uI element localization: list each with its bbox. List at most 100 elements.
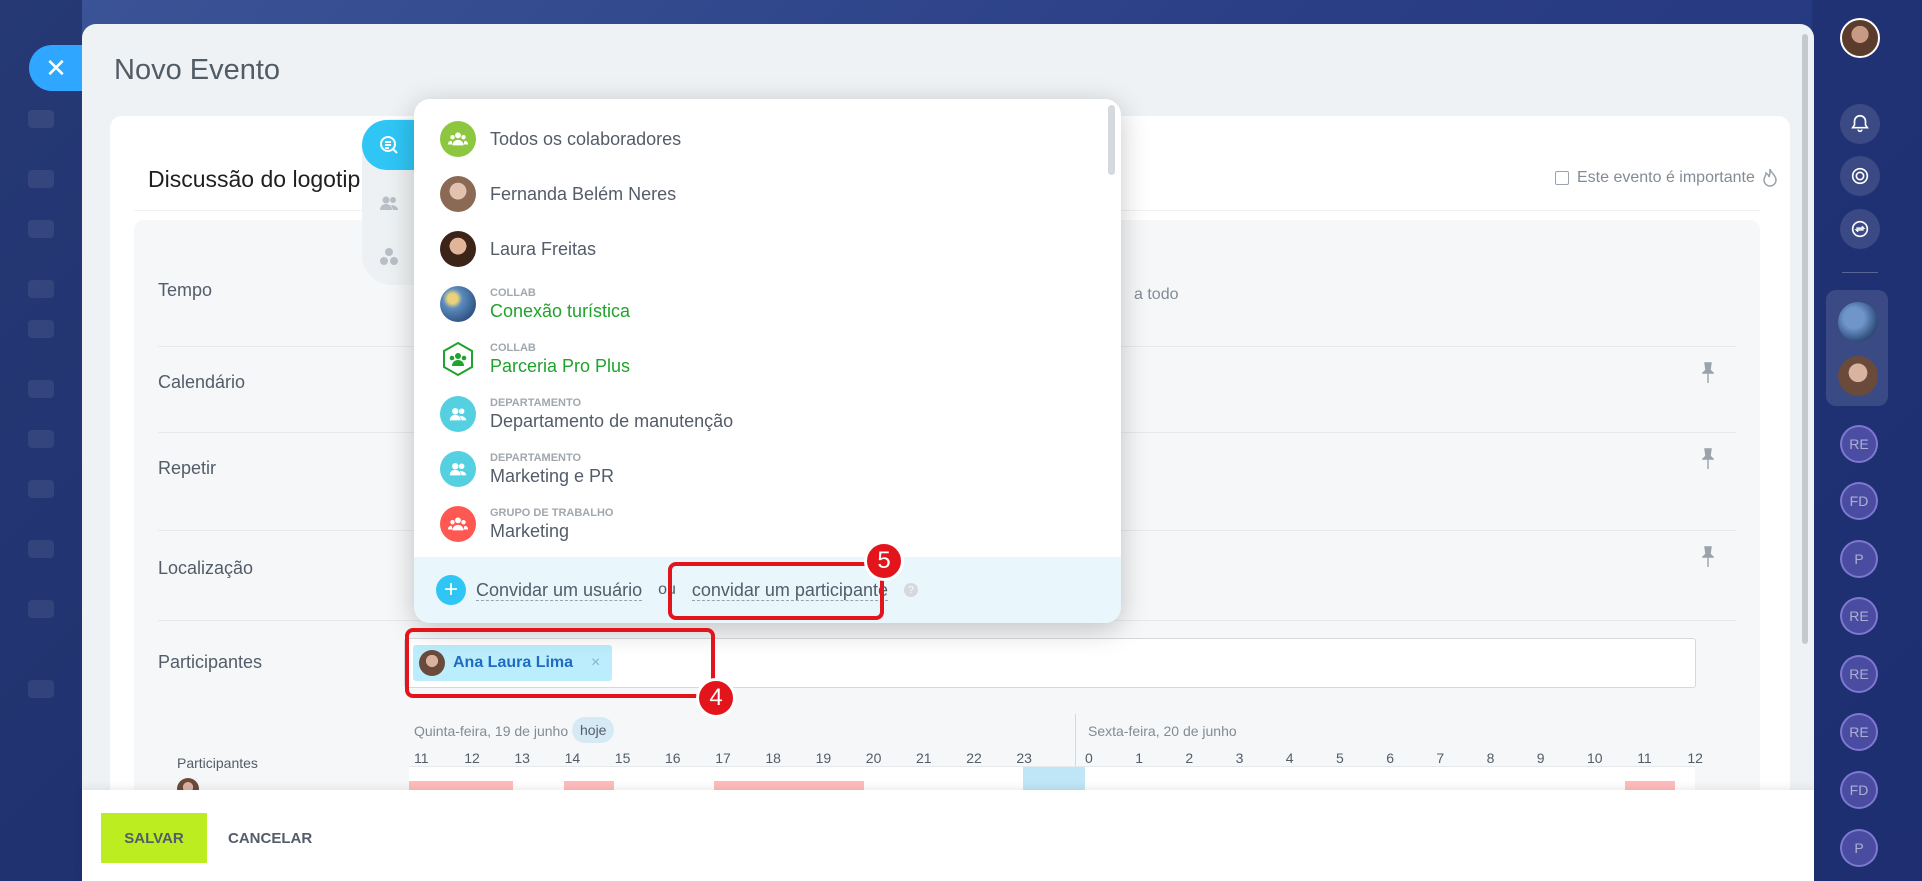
department-icon [440,396,476,432]
timeline-hour-label: 7 [1436,750,1445,766]
row-label-participants: Participantes [158,652,263,672]
selector-item-kind: COLLAB [490,341,536,354]
timeline-hour-label: 16 [665,750,681,766]
selector-item-name: Departamento de manutenção [490,410,734,431]
selector-item-kind: GRUPO DE TRABALHO [490,506,614,519]
selector-item[interactable]: COLLAB Conexão turística [440,279,1080,329]
rail-initials-avatar[interactable]: RE [1840,655,1878,693]
timeline-hour-label: 20 [865,750,882,766]
pin-icon[interactable] [1702,448,1714,470]
annotation-box-4 [405,628,715,698]
target-button[interactable] [1840,156,1880,196]
timeline-hour-label: 1 [1135,750,1143,766]
importance-checkbox[interactable] [1555,171,1569,185]
row-label-location: Localização [158,558,254,578]
rail-initials-avatar[interactable]: RE [1840,713,1878,751]
timeline-day-label: Sexta-feira, 20 de junho [1088,723,1237,739]
row-label-time: Tempo [158,280,213,300]
timeline-hour-label: 14 [564,750,581,766]
selector-item-name: Fernanda Belém Neres [490,183,677,204]
rail-initials-avatar[interactable]: P [1840,540,1878,578]
rail-initials-avatar[interactable]: RE [1840,425,1878,463]
timeline-hour-label: 13 [514,750,530,766]
avatar [440,231,476,267]
selector-item[interactable]: DEPARTAMENTO Departamento de manutenção [440,389,1080,439]
tab-recent[interactable] [362,120,416,170]
timeline-hour-label: 4 [1285,750,1294,766]
timeline-hour-label: 17 [715,750,731,766]
sync-chat-button[interactable] [1840,209,1880,249]
selector-item-name: Laura Freitas [490,238,597,259]
timeline-hour-label: 21 [916,750,932,766]
chat-sync-icon [1851,220,1869,238]
tab-users[interactable] [362,178,416,228]
importance-toggle[interactable]: Este evento é importante [1555,168,1777,188]
selector-item[interactable]: GRUPO DE TRABALHO Marketing [440,499,1080,549]
rail-initials-avatar[interactable]: P [1840,829,1878,867]
selected-time-slot[interactable] [1023,767,1085,791]
sidebar-ghost-item [28,320,54,338]
selector-item[interactable]: Todos os colaboradores [440,114,1080,164]
timeline-hour-label: 22 [966,750,982,766]
selector-item[interactable]: Fernanda Belém Neres [440,169,1080,219]
target-icon [1851,167,1869,185]
close-panel-button[interactable]: ✕ [29,45,83,91]
selector-item-name: Marketing e PR [490,465,615,486]
avatar [440,176,476,212]
users-icon [380,196,398,210]
timeline-grid[interactable] [409,766,1695,791]
groups-icon [380,248,398,265]
annotation-badge-4: 4 [696,678,736,718]
rail-user-avatar[interactable] [1838,356,1878,396]
selector-item[interactable]: Laura Freitas [440,224,1080,274]
flame-icon [1763,168,1777,187]
importance-label: Este evento é importante [1577,169,1755,186]
popup-scrollbar[interactable] [1108,105,1115,175]
selector-item-name: Parceria Pro Plus [490,355,631,376]
save-button[interactable]: SALVAR [101,813,207,863]
sidebar-ghost-item [28,480,54,498]
workgroup-icon [440,506,476,542]
sidebar-ghost-item [28,280,54,298]
cancel-button[interactable]: CANCELAR [222,813,318,863]
current-user-avatar[interactable] [1840,18,1880,58]
invite-user-link[interactable]: Convidar um usuário [476,580,643,601]
selector-item-kind: DEPARTAMENTO [490,451,582,464]
rail-initials-avatar[interactable]: FD [1840,771,1878,809]
plus-icon[interactable]: + [436,575,466,605]
pin-icon[interactable] [1702,546,1714,568]
pin-icon[interactable] [1702,362,1714,384]
timeline-hour-label: 3 [1235,750,1244,766]
timeline-hour-label: 9 [1536,750,1545,766]
event-name-input[interactable]: Discussão do logotip [148,166,360,193]
department-icon [440,451,476,487]
timeline-hour-label: 10 [1587,750,1603,766]
selector-item[interactable]: COLLAB Parceria Pro Plus [440,334,1080,384]
annotation-box-5 [668,562,884,620]
all-employees-icon [440,121,476,157]
today-badge[interactable]: hoje [572,717,615,743]
selector-item-kind: COLLAB [490,286,536,299]
timeline-hour-label: 12 [464,750,480,766]
sidebar-ghost-item [28,220,54,238]
sidebar-ghost-item [28,680,54,698]
rail-initials-avatar[interactable]: RE [1840,597,1878,635]
rail-initials-avatar[interactable]: FD [1840,482,1878,520]
tab-groups[interactable] [362,232,416,282]
left-sidebar-dimmed [0,0,82,881]
selector-item[interactable]: DEPARTAMENTO Marketing e PR [440,444,1080,494]
action-bar: SALVAR CANCELAR [82,790,1814,881]
sidebar-ghost-item [28,430,54,448]
close-icon: ✕ [45,52,67,83]
entity-selector-popup: Todos os colaboradores Fernanda Belém Ne… [414,99,1121,623]
notifications-button[interactable] [1840,104,1880,144]
panel-scrollbar[interactable] [1802,34,1808,644]
page-title: Novo Evento [114,54,281,86]
help-icon[interactable]: ? [903,583,918,597]
sidebar-ghost-item [28,110,54,128]
rail-collab-avatar[interactable] [1838,302,1878,342]
bell-icon [1851,114,1869,133]
timeline-hour-label: 18 [765,750,781,766]
sidebar-ghost-item [28,540,54,558]
timeline-hour-label: 0 [1085,750,1093,766]
